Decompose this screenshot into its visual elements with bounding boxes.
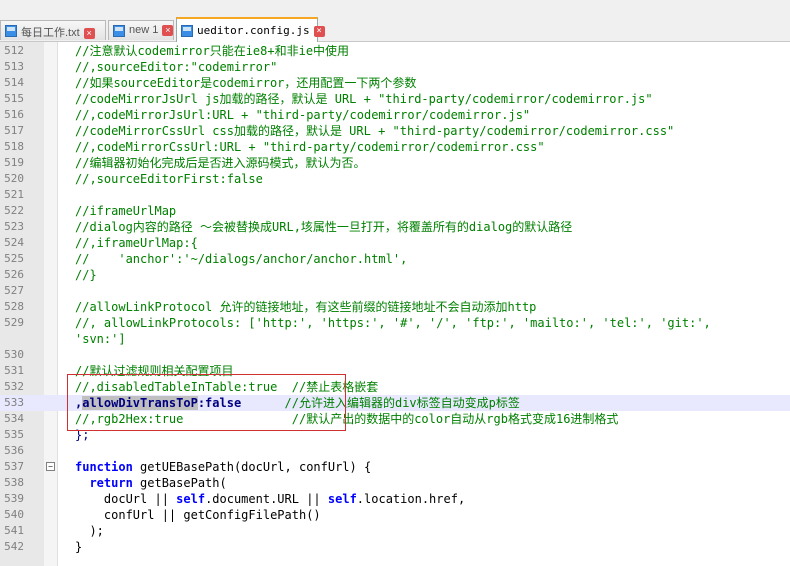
code-line[interactable]: 536 (0, 443, 790, 459)
line-number: 526 (4, 268, 24, 281)
line-number: 527 (4, 284, 24, 297)
line-number: 522 (4, 204, 24, 217)
line-number: 520 (4, 172, 24, 185)
code-line[interactable]: 512 //注意默认codemirror只能在ie8+和非ie中使用 (0, 43, 790, 59)
code-text: //iframeUrlMap (75, 204, 177, 218)
tab-label: new 1 (129, 24, 159, 36)
line-number: 534 (4, 412, 24, 425)
code-line[interactable]: 537 function getUEBasePath(docUrl, confUr… (0, 459, 790, 475)
code-text: //, allowLinkProtocols: ['http:', 'https… (75, 316, 711, 330)
line-number: 535 (4, 428, 24, 441)
tab-ueditor-config[interactable]: ueditor.config.js × (176, 17, 325, 42)
code-text: //dialog内容的路径 ～会被替换成URL,垓属性一旦打开，将覆盖所有的di… (75, 220, 573, 234)
line-number: 524 (4, 236, 24, 249)
code-text: ); (75, 524, 104, 538)
code-line[interactable]: 'svn:'] (0, 331, 790, 347)
line-number: 542 (4, 540, 24, 553)
annotation-box (67, 374, 346, 431)
line-number: 515 (4, 92, 24, 105)
code-line[interactable]: 541 ); (0, 523, 790, 539)
line-number: 525 (4, 252, 24, 265)
code-line[interactable]: 521 (0, 187, 790, 203)
code-line[interactable]: 525 // 'anchor':'~/dialogs/anchor/anchor.… (0, 251, 790, 267)
line-number: 540 (4, 508, 24, 521)
line-number: 517 (4, 124, 24, 137)
code-text: //注意默认codemirror只能在ie8+和非ie中使用 (75, 44, 350, 58)
code-line[interactable]: 518 //,codeMirrorCssUrl:URL + "third-part… (0, 139, 790, 155)
fold-toggle-icon[interactable]: − (46, 462, 55, 471)
line-number: 528 (4, 300, 24, 313)
code-line[interactable]: 520 //,sourceEditorFirst:false (0, 171, 790, 187)
line-number: 521 (4, 188, 24, 201)
code-line[interactable]: 527 (0, 283, 790, 299)
line-number: 533 (4, 396, 24, 409)
code-text: docUrl || self.document.URL || self.loca… (75, 492, 466, 506)
code-line[interactable]: 538 return getBasePath( (0, 475, 790, 491)
code-line[interactable]: 514 //如果sourceEditor是codemirror，还用配置一下两个参… (0, 75, 790, 91)
code-text: //如果sourceEditor是codemirror，还用配置一下两个参数 (75, 76, 417, 90)
code-line[interactable]: 523 //dialog内容的路径 ～会被替换成URL,垓属性一旦打开，将覆盖所有… (0, 219, 790, 235)
line-number: 541 (4, 524, 24, 537)
tab-daily-work[interactable]: 每日工作.txt × (0, 20, 106, 40)
line-number: 538 (4, 476, 24, 489)
code-line[interactable]: 515 //codeMirrorJsUrl js加载的路径，默认是 URL + "… (0, 91, 790, 107)
code-line[interactable]: 540 confUrl || getConfigFilePath() (0, 507, 790, 523)
line-number: 537 (4, 460, 24, 473)
tab-label: ueditor.config.js (197, 24, 310, 37)
code-text: //,codeMirrorCssUrl:URL + "third-party/c… (75, 140, 545, 154)
code-text: //,sourceEditor:"codemirror" (75, 60, 278, 74)
code-line[interactable]: 530 (0, 347, 790, 363)
code-text: //,sourceEditorFirst:false (75, 172, 263, 186)
code-line[interactable]: 539 docUrl || self.document.URL || self.… (0, 491, 790, 507)
close-icon[interactable]: × (162, 24, 174, 36)
code-line[interactable]: 522 //iframeUrlMap (0, 203, 790, 219)
code-line[interactable]: 524 //,iframeUrlMap:{ (0, 235, 790, 251)
code-text: //编辑器初始化完成后是否进入源码模式，默认为否。 (75, 156, 366, 170)
code-text: //} (75, 268, 97, 282)
tab-label: 每日工作.txt (21, 27, 80, 39)
line-number: 518 (4, 140, 24, 153)
close-icon[interactable]: × (313, 25, 325, 37)
tab-new-1[interactable]: new 1 × (108, 20, 174, 40)
code-text: function getUEBasePath(docUrl, confUrl) … (75, 460, 372, 474)
code-line[interactable]: 517 //codeMirrorCssUrl css加载的路径，默认是 URL +… (0, 123, 790, 139)
code-text: 'svn:'] (75, 332, 126, 346)
file-icon (181, 25, 193, 37)
code-line[interactable]: 519 //编辑器初始化完成后是否进入源码模式，默认为否。 (0, 155, 790, 171)
tab-bar: 每日工作.txt × new 1 × ueditor.config.js × (0, 0, 790, 42)
line-number: 529 (4, 316, 24, 329)
code-line[interactable]: 529 //, allowLinkProtocols: ['http:', 'ht… (0, 315, 790, 331)
code-text: // 'anchor':'~/dialogs/anchor/anchor.htm… (75, 252, 408, 266)
line-number: 532 (4, 380, 24, 393)
file-icon (113, 25, 125, 37)
code-line[interactable]: 526 //} (0, 267, 790, 283)
code-line[interactable]: 542} (0, 539, 790, 555)
code-text: return getBasePath( (89, 476, 227, 490)
code-text: //allowLinkProtocol 允许的链接地址，有这些前缀的链接地址不会… (75, 300, 537, 314)
code-text: //,codeMirrorJsUrl:URL + "third-party/co… (75, 108, 531, 122)
close-icon[interactable]: × (83, 27, 95, 39)
code-line[interactable]: 513 //,sourceEditor:"codemirror" (0, 59, 790, 75)
code-text: //codeMirrorCssUrl css加载的路径，默认是 URL + "t… (75, 124, 675, 138)
file-icon (5, 25, 17, 37)
code-line[interactable]: 516 //,codeMirrorJsUrl:URL + "third-party… (0, 107, 790, 123)
line-number: 512 (4, 44, 24, 57)
line-number: 523 (4, 220, 24, 233)
line-number: 516 (4, 108, 24, 121)
code-text: //codeMirrorJsUrl js加载的路径，默认是 URL + "thi… (75, 92, 653, 106)
line-number: 513 (4, 60, 24, 73)
line-number: 531 (4, 364, 24, 377)
line-number: 519 (4, 156, 24, 169)
code-text: //,iframeUrlMap:{ (75, 236, 198, 250)
line-number: 514 (4, 76, 24, 89)
code-line[interactable]: 528 //allowLinkProtocol 允许的链接地址，有这些前缀的链接地… (0, 299, 790, 315)
line-number: 539 (4, 492, 24, 505)
line-number: 530 (4, 348, 24, 361)
code-text: confUrl || getConfigFilePath() (75, 508, 321, 522)
code-text: } (75, 540, 83, 554)
line-number: 536 (4, 444, 24, 457)
